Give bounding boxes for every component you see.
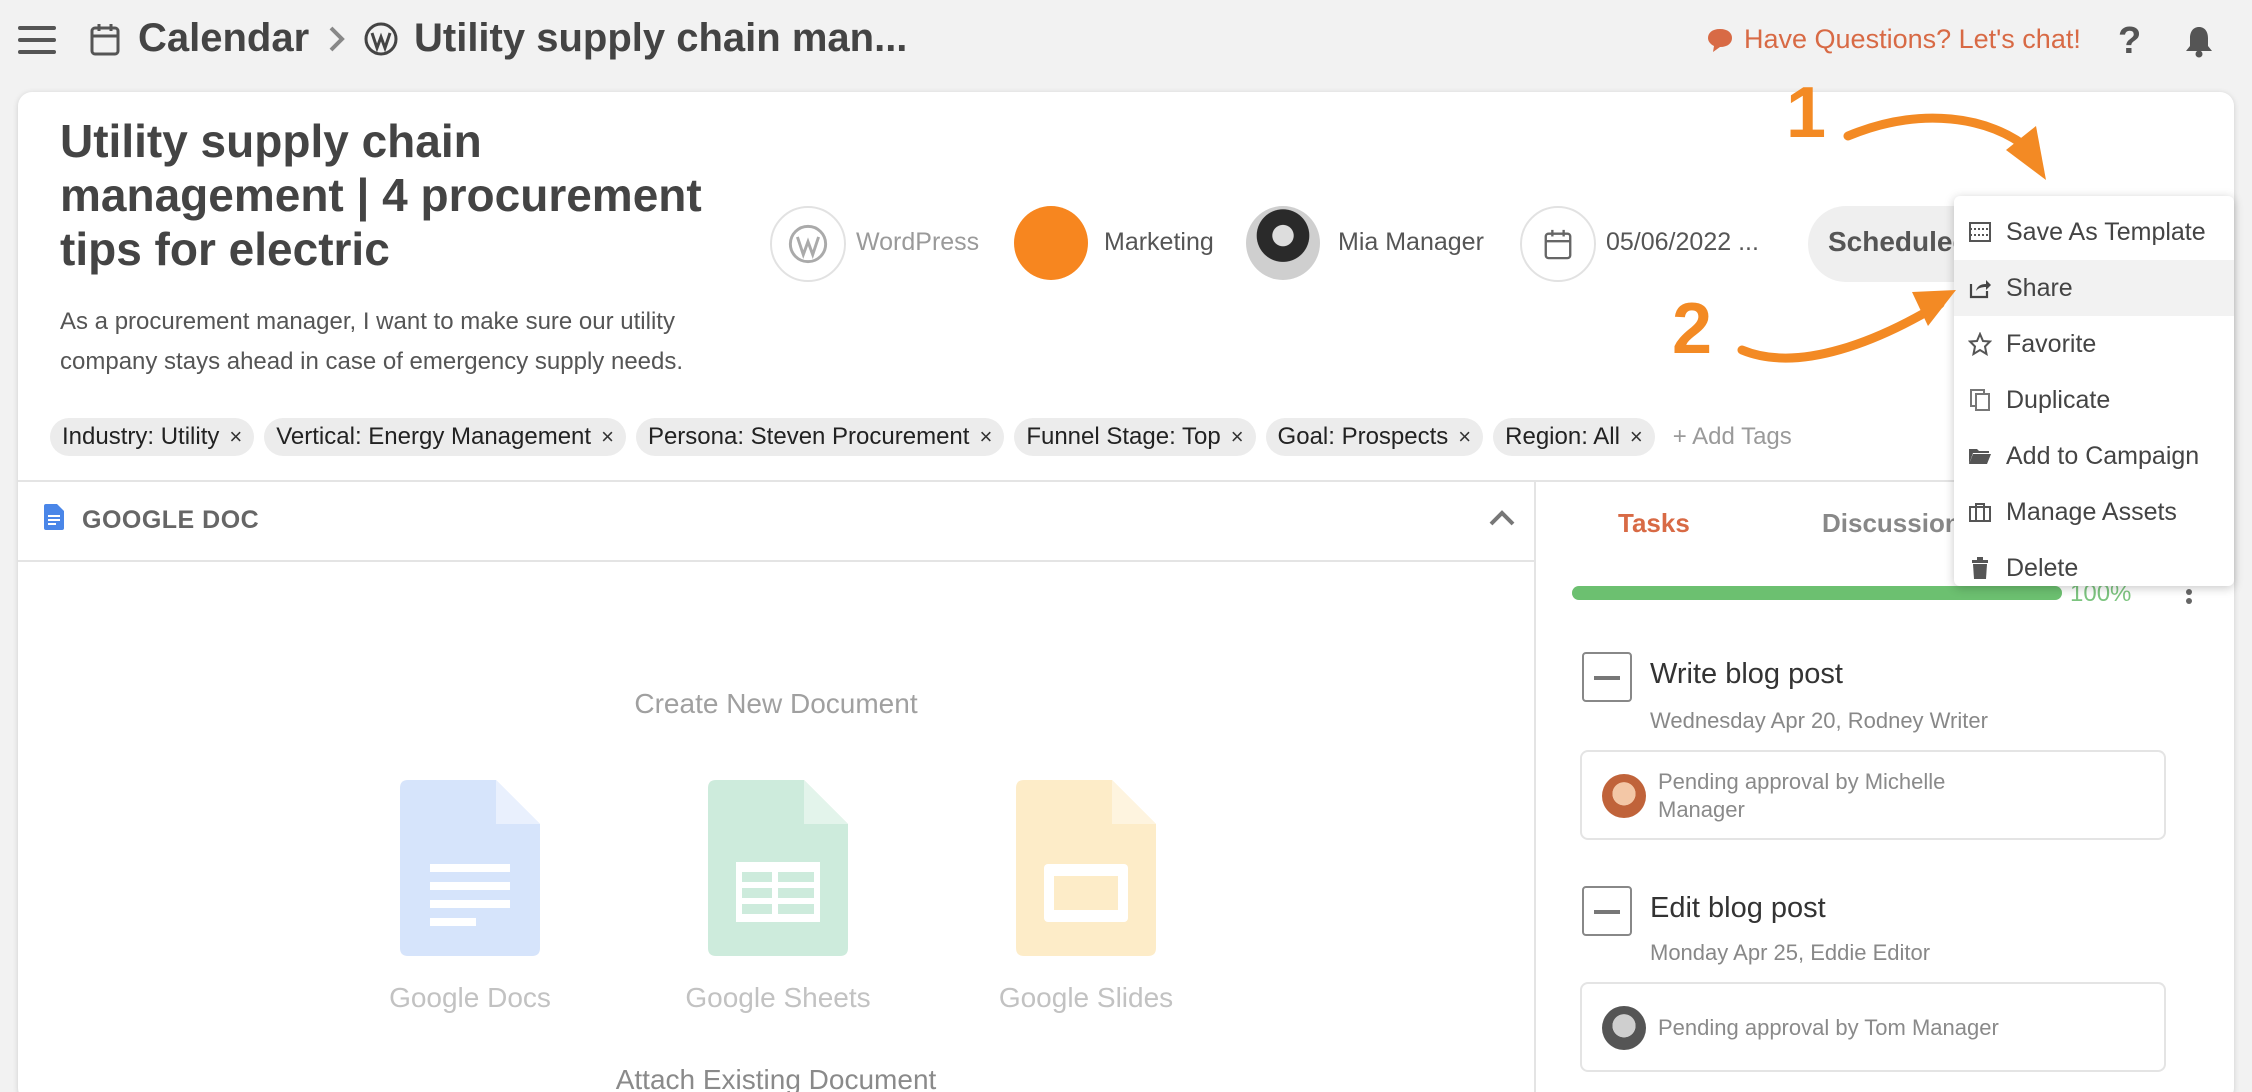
- remove-tag-icon[interactable]: ×: [979, 424, 992, 450]
- tag-chip[interactable]: Vertical: Energy Management ×: [264, 418, 626, 456]
- menu-item-label: Save As Template: [2006, 217, 2206, 246]
- remove-tag-icon[interactable]: ×: [1458, 424, 1471, 450]
- tag-label: Persona: Steven Procurement: [647, 423, 970, 450]
- tab-tasks[interactable]: Tasks: [1618, 508, 1690, 539]
- tab-discussion[interactable]: Discussion: [1822, 508, 1961, 539]
- task-meta: Wednesday Apr 20, Rodney Writer: [1650, 708, 1988, 733]
- menu-item-label: Delete: [2006, 553, 2079, 582]
- menu-item-save-as-template[interactable]: Save As Template: [1954, 204, 2234, 260]
- remove-tag-icon[interactable]: ×: [1630, 424, 1643, 450]
- tag-label: Funnel Stage: Top: [1026, 423, 1221, 450]
- task-checkbox[interactable]: [1582, 886, 1632, 936]
- panel-divider: [1534, 480, 1536, 1092]
- template-icon: [1969, 222, 1991, 242]
- menu-item-manage-assets[interactable]: Manage Assets: [1954, 484, 2234, 540]
- menu-item-share[interactable]: Share: [1954, 260, 2234, 316]
- date-picker-button[interactable]: [1520, 206, 1596, 282]
- wordpress-channel-button[interactable]: [770, 206, 846, 282]
- briefcase-icon: [1969, 503, 1991, 522]
- tag-label: Region: All: [1505, 423, 1620, 450]
- remove-tag-icon[interactable]: ×: [1231, 424, 1244, 450]
- create-new-document-label: Create New Document: [634, 688, 918, 719]
- star-icon: [1968, 332, 1992, 356]
- content-title[interactable]: Utility supply chain management | 4 proc…: [60, 114, 740, 276]
- remove-tag-icon[interactable]: ×: [601, 424, 614, 450]
- share-icon: [1969, 280, 1991, 299]
- approval-status[interactable]: Pending approval by Tom Manager: [1580, 982, 2166, 1072]
- tag-label: Goal: Prospects: [1277, 423, 1449, 450]
- owner-avatar[interactable]: [1246, 206, 1320, 280]
- menu-item-label: Duplicate: [2006, 385, 2111, 414]
- folder-icon: [1969, 449, 1991, 464]
- wordpress-icon: [364, 22, 398, 56]
- tag-list: Industry: Utility × Vertical: Energy Mana…: [50, 418, 1792, 456]
- menu-item-label: Share: [2006, 273, 2073, 302]
- add-tags-button[interactable]: + Add Tags: [1673, 423, 1792, 451]
- google-slides-label[interactable]: Google Slides: [966, 982, 1206, 1014]
- tag-label: Vertical: Energy Management: [276, 423, 592, 450]
- team-color-dot[interactable]: [1014, 206, 1088, 280]
- chat-link[interactable]: Have Questions? Let's chat!: [1706, 24, 2081, 55]
- google-slides-icon[interactable]: [1016, 780, 1156, 956]
- attach-existing-document-label[interactable]: Attach Existing Document: [18, 1064, 1534, 1092]
- annotation-step-1: 1: [1786, 73, 1827, 153]
- chevron-right-icon: [329, 26, 345, 52]
- annotation-step-2: 2: [1672, 289, 1713, 369]
- tag-chip[interactable]: Goal: Prospects ×: [1265, 418, 1484, 456]
- chat-bubble-icon: [1708, 28, 1732, 52]
- channel-label[interactable]: WordPress: [856, 228, 979, 257]
- owner-label[interactable]: Mia Manager: [1338, 228, 1484, 257]
- task-title[interactable]: Edit blog post: [1650, 892, 1826, 925]
- chat-link-label: Have Questions? Let's chat!: [1744, 24, 2081, 54]
- team-label[interactable]: Marketing: [1104, 228, 1214, 257]
- duplicate-icon: [1970, 389, 1990, 411]
- task-meta: Monday Apr 25, Eddie Editor: [1650, 940, 1931, 965]
- help-icon[interactable]: ?: [2118, 20, 2141, 63]
- breadcrumb-title: Utility supply chain man...: [414, 16, 908, 60]
- google-doc-icon: [44, 504, 64, 530]
- wordpress-icon: [788, 224, 828, 264]
- google-doc-title: GOOGLE DOC: [82, 506, 260, 534]
- content-card: Utility supply chain management | 4 proc…: [18, 92, 2234, 1092]
- content-actions-menu: Save As Template Share Favorite Duplicat…: [1954, 196, 2234, 586]
- menu-item-label: Manage Assets: [2006, 497, 2177, 526]
- menu-item-delete[interactable]: Delete: [1954, 540, 2234, 596]
- menu-item-duplicate[interactable]: Duplicate: [1954, 372, 2234, 428]
- tag-chip[interactable]: Funnel Stage: Top ×: [1014, 418, 1256, 456]
- breadcrumb-calendar[interactable]: Calendar: [138, 16, 309, 61]
- tag-chip[interactable]: Persona: Steven Procurement ×: [635, 418, 1005, 456]
- content-description[interactable]: As a procurement manager, I want to make…: [60, 302, 740, 382]
- menu-item-add-to-campaign[interactable]: Add to Campaign: [1954, 428, 2234, 484]
- google-docs-icon[interactable]: [400, 780, 540, 956]
- approval-text: Pending approval by Michelle Manager: [1658, 769, 1946, 822]
- avatar: [1602, 774, 1646, 818]
- avatar: [1602, 1006, 1646, 1050]
- top-bar: Calendar Utility supply chain man... Hav…: [0, 0, 2252, 80]
- tag-chip[interactable]: Region: All ×: [1493, 418, 1655, 456]
- bell-icon[interactable]: [2184, 24, 2214, 58]
- approval-text: Pending approval by Tom Manager: [1658, 1015, 1999, 1040]
- task-title[interactable]: Write blog post: [1650, 658, 1843, 691]
- google-doc-header[interactable]: GOOGLE DOC: [18, 482, 1534, 562]
- hamburger-menu-icon[interactable]: [18, 26, 56, 54]
- task-checkbox[interactable]: [1582, 652, 1632, 702]
- calendar-icon: [90, 24, 120, 56]
- chevron-up-icon[interactable]: [1488, 508, 1516, 528]
- calendar-icon: [1544, 229, 1572, 260]
- trash-icon: [1972, 557, 1988, 579]
- remove-tag-icon[interactable]: ×: [229, 424, 242, 450]
- tag-chip[interactable]: Industry: Utility ×: [50, 418, 255, 456]
- menu-item-label: Add to Campaign: [2006, 441, 2200, 470]
- date-label[interactable]: 05/06/2022 ...: [1606, 228, 1759, 257]
- menu-item-label: Favorite: [2006, 329, 2097, 358]
- tag-label: Industry: Utility: [62, 423, 220, 450]
- google-docs-label[interactable]: Google Docs: [350, 982, 590, 1014]
- menu-item-favorite[interactable]: Favorite: [1954, 316, 2234, 372]
- google-sheets-icon[interactable]: [708, 780, 848, 956]
- google-sheets-label[interactable]: Google Sheets: [658, 982, 898, 1014]
- approval-status[interactable]: Pending approval by Michelle Manager: [1580, 750, 2166, 840]
